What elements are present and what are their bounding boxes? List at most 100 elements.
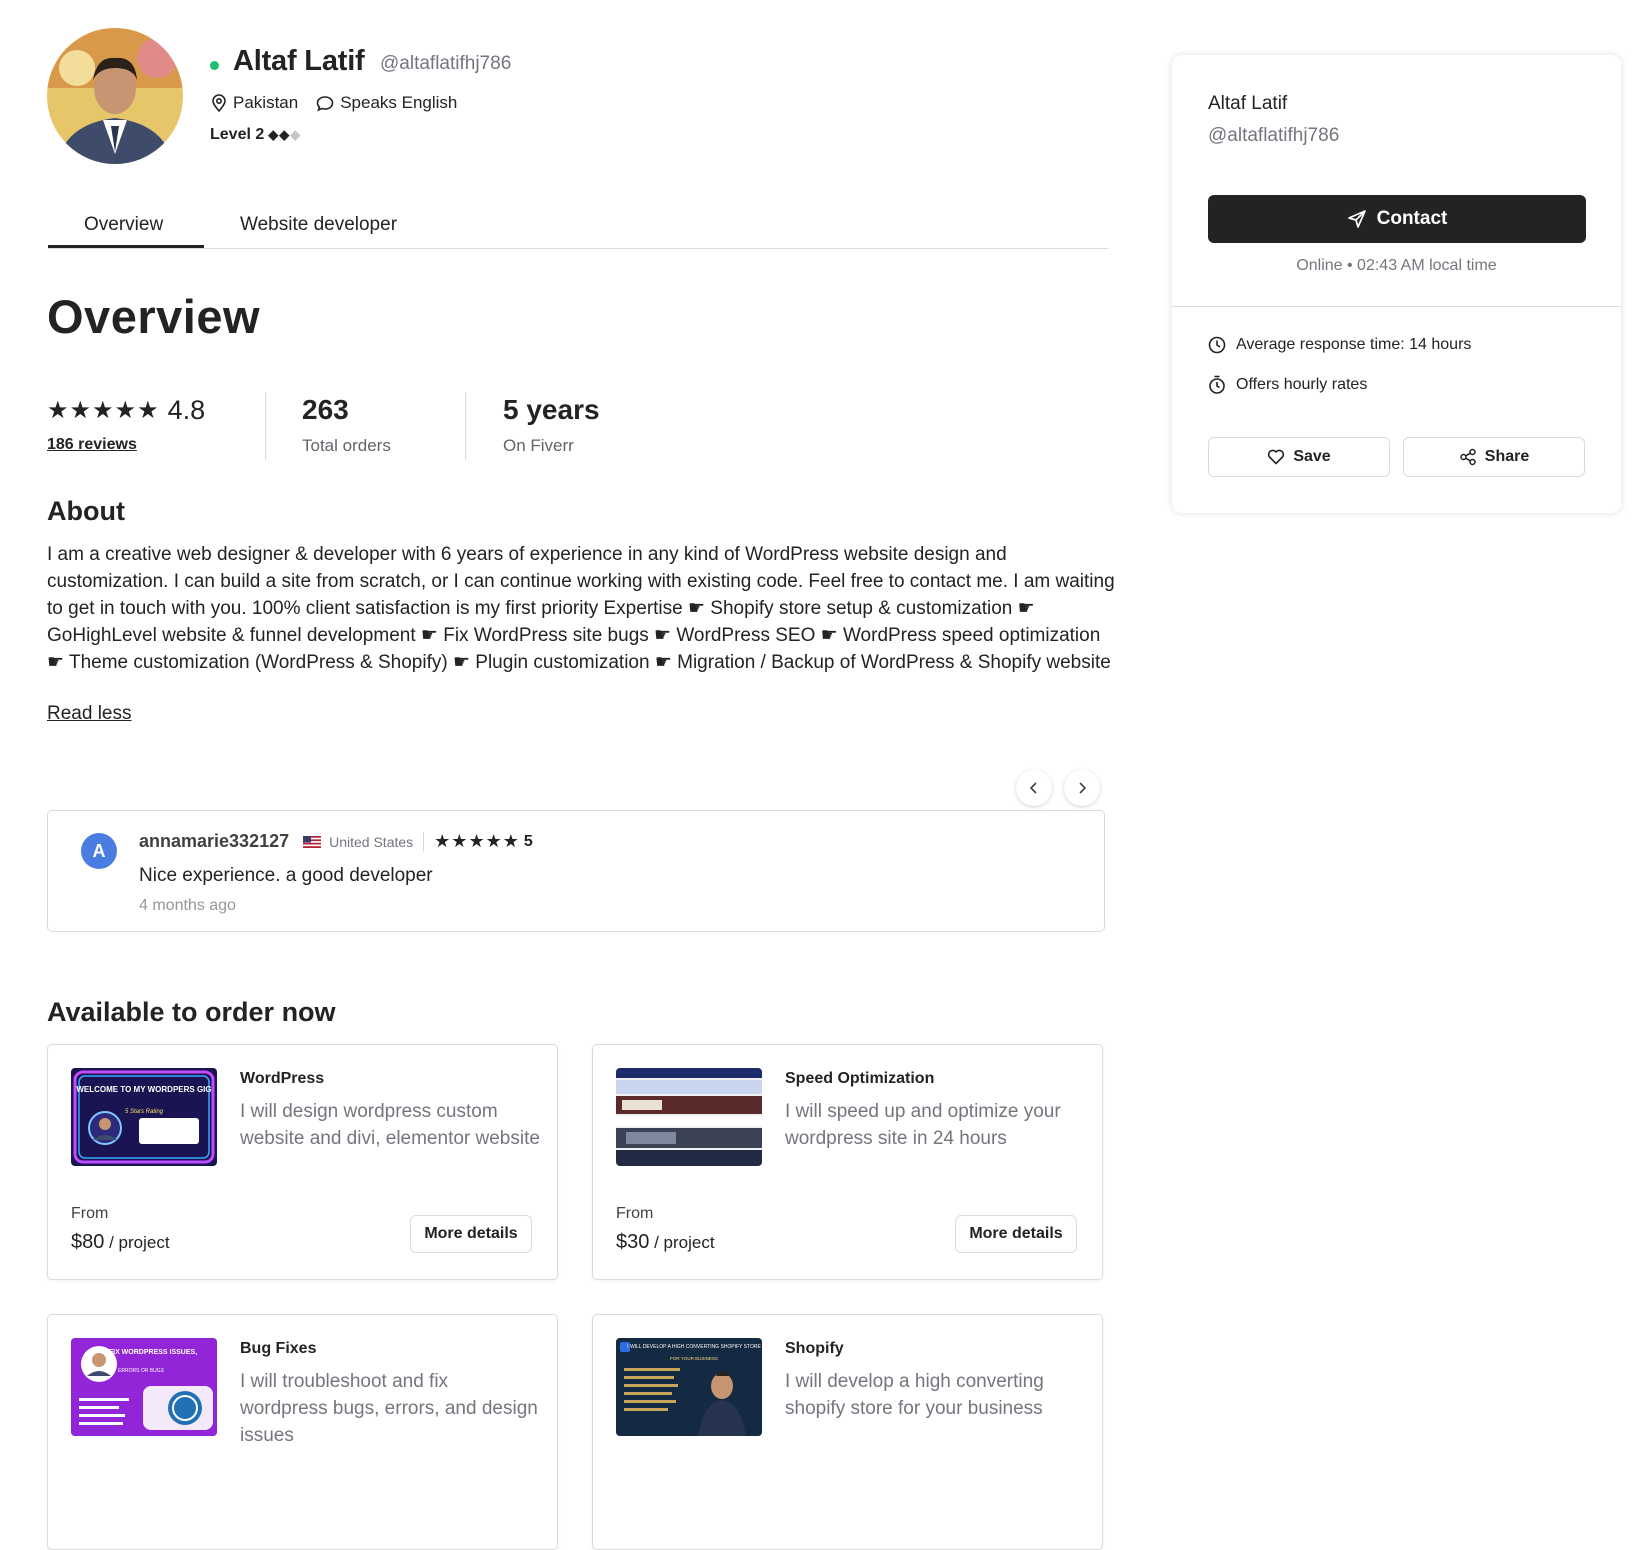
- gig-category: Shopify: [785, 1340, 844, 1357]
- gig-title[interactable]: I will design wordpress custom website a…: [240, 1098, 540, 1152]
- contact-card: Altaf Latif @altaflatifhj786 Contact Onl…: [1172, 55, 1621, 513]
- contact-card-name: Altaf Latif: [1208, 93, 1288, 114]
- gig-title[interactable]: I will develop a high converting shopify…: [785, 1368, 1085, 1422]
- gig-card-speed-optimization[interactable]: Speed Optimization I will speed up and o…: [592, 1044, 1103, 1280]
- seller-stats: ★★★★★ 4.8 186 reviews 263 Total orders 5…: [47, 392, 600, 460]
- share-icon: [1460, 448, 1476, 466]
- online-indicator: [210, 61, 219, 70]
- stopwatch-icon: [1209, 375, 1225, 394]
- gig-thumbnail[interactable]: I WILL DEVELOP A HIGH CONVERTING SHOPIFY…: [616, 1338, 762, 1436]
- gigs-heading: Available to order now: [47, 997, 336, 1027]
- orders-label: Total orders: [302, 436, 391, 455]
- chevron-left-icon: [1029, 782, 1037, 794]
- seller-avatar: [47, 28, 183, 164]
- reviewer-avatar: A: [81, 833, 117, 869]
- gig-thumb-subtitle: FOR YOUR BUSINESS: [670, 1356, 718, 1361]
- gig-card-bug-fixes[interactable]: FIX WORDPRESS ISSUES, ERRORS OR BUGS Bug…: [47, 1314, 558, 1550]
- more-details-button[interactable]: More details: [410, 1215, 532, 1253]
- seller-name: Altaf Latif: [233, 45, 365, 77]
- heart-icon: [1268, 449, 1285, 465]
- gig-category: WordPress: [240, 1070, 325, 1087]
- reviewer-country: United States: [329, 833, 414, 850]
- gig-card-shopify[interactable]: I WILL DEVELOP A HIGH CONVERTING SHOPIFY…: [592, 1314, 1103, 1550]
- gig-thumbnail[interactable]: [616, 1068, 762, 1166]
- profile-tabs: Overview Website developer: [48, 198, 1108, 249]
- hourly-rates: Offers hourly rates: [1208, 375, 1367, 394]
- level-label: Level 2: [210, 126, 265, 143]
- level-diamonds: ◆◆◆: [268, 127, 301, 143]
- divider: [1172, 306, 1621, 307]
- reviews-link[interactable]: 186 reviews: [47, 436, 265, 454]
- hourly-rates-label: Offers hourly rates: [1236, 375, 1368, 393]
- response-time-label: Average response time: 14 hours: [1236, 336, 1472, 353]
- gig-thumb-title: I WILL DEVELOP A HIGH CONVERTING SHOPIFY…: [627, 1344, 761, 1350]
- contact-button[interactable]: Contact: [1208, 195, 1586, 243]
- online-status: Online • 02:43 AM local time: [1296, 257, 1497, 274]
- gig-price-value: $80: [71, 1231, 105, 1253]
- gig-title[interactable]: I will troubleshoot and fix wordpress bu…: [240, 1368, 540, 1449]
- review-text: Nice experience. a good developer: [139, 865, 433, 886]
- gig-price: $30 / project: [616, 1231, 715, 1254]
- speech-bubble-icon: [316, 95, 334, 111]
- location: Pakistan: [211, 93, 298, 113]
- response-time: Average response time: 14 hours: [1208, 336, 1471, 354]
- gig-title[interactable]: I will speed up and optimize your wordpr…: [785, 1098, 1085, 1152]
- language-label: Speaks English: [340, 93, 458, 112]
- gig-price-value: $30: [616, 1231, 650, 1253]
- gig-category: Speed Optimization: [785, 1070, 935, 1087]
- gig-thumb-title: WELCOME TO MY WORDPERS GIG: [76, 1085, 211, 1094]
- us-flag-icon: [303, 835, 322, 848]
- more-details-button[interactable]: More details: [955, 1215, 1077, 1253]
- years-value: 5 years: [503, 394, 600, 425]
- contact-card-handle: @altaflatifhj786: [1208, 125, 1340, 146]
- chevron-right-icon: [1079, 782, 1087, 794]
- gig-price-unit: / project: [649, 1233, 715, 1252]
- send-icon: [1347, 210, 1366, 228]
- location-pin-icon: [212, 94, 226, 112]
- read-less-link[interactable]: Read less: [47, 703, 132, 725]
- about-heading: About: [47, 496, 125, 526]
- gig-card-wordpress[interactable]: WELCOME TO MY WORDPERS GIG 5 Stars Ratin…: [47, 1044, 558, 1280]
- review-stars-icon: ★★★★★: [434, 831, 520, 851]
- seller-handle: @altaflatifhj786: [380, 53, 512, 74]
- gig-thumbnail[interactable]: WELCOME TO MY WORDPERS GIG 5 Stars Ratin…: [71, 1068, 217, 1166]
- save-button-label: Save: [1293, 448, 1331, 465]
- seller-level: Level 2 ◆◆◆: [210, 126, 301, 144]
- reviewer-name: annamarie332127: [139, 831, 290, 851]
- contact-button-label: Contact: [1376, 208, 1448, 229]
- gig-thumb-subtitle: ERRORS OR BUGS: [118, 1368, 165, 1374]
- active-tab-indicator: [48, 245, 204, 248]
- review-score: 5: [523, 832, 533, 850]
- orders-value: 263: [302, 394, 349, 425]
- rating-stat: ★★★★★ 4.8 186 reviews: [47, 392, 266, 460]
- overview-heading: Overview: [47, 290, 261, 343]
- gig-price-unit: / project: [104, 1233, 170, 1252]
- level-diamond-filled-icon: ◆◆: [268, 127, 291, 142]
- review-header: annamarie332127 United States ★★★★★ 5: [139, 831, 533, 852]
- review-prev-button[interactable]: [1016, 770, 1052, 806]
- gig-from-label: From: [616, 1205, 654, 1222]
- gig-from-label: From: [71, 1205, 109, 1222]
- gig-category: Bug Fixes: [240, 1340, 317, 1357]
- level-diamond-empty-icon: ◆: [290, 127, 302, 142]
- gig-thumb-subtitle: 5 Stars Rating: [125, 1109, 164, 1115]
- clock-icon: [1208, 336, 1226, 354]
- review-card: A annamarie332127 United States ★★★★★ 5 …: [47, 810, 1105, 932]
- gig-thumb-title: FIX WORDPRESS ISSUES,: [109, 1349, 197, 1356]
- years-stat: 5 years On Fiverr: [466, 392, 600, 460]
- review-time: 4 months ago: [139, 897, 236, 914]
- orders-stat: 263 Total orders: [266, 392, 466, 460]
- save-button[interactable]: Save: [1208, 437, 1390, 477]
- review-divider: [423, 831, 425, 852]
- about-text: I am a creative web designer & developer…: [47, 544, 1115, 673]
- share-button-label: Share: [1484, 448, 1530, 465]
- language: Speaks English: [316, 93, 457, 113]
- share-button[interactable]: Share: [1403, 437, 1585, 477]
- seller-meta: Pakistan Speaks English: [211, 93, 475, 113]
- gig-thumbnail[interactable]: FIX WORDPRESS ISSUES, ERRORS OR BUGS: [71, 1338, 217, 1436]
- tab-overview[interactable]: Overview: [84, 214, 163, 236]
- gig-price: $80 / project: [71, 1231, 170, 1254]
- tab-website-developer[interactable]: Website developer: [240, 214, 397, 236]
- country-label: Pakistan: [233, 93, 299, 112]
- review-next-button[interactable]: [1064, 770, 1100, 806]
